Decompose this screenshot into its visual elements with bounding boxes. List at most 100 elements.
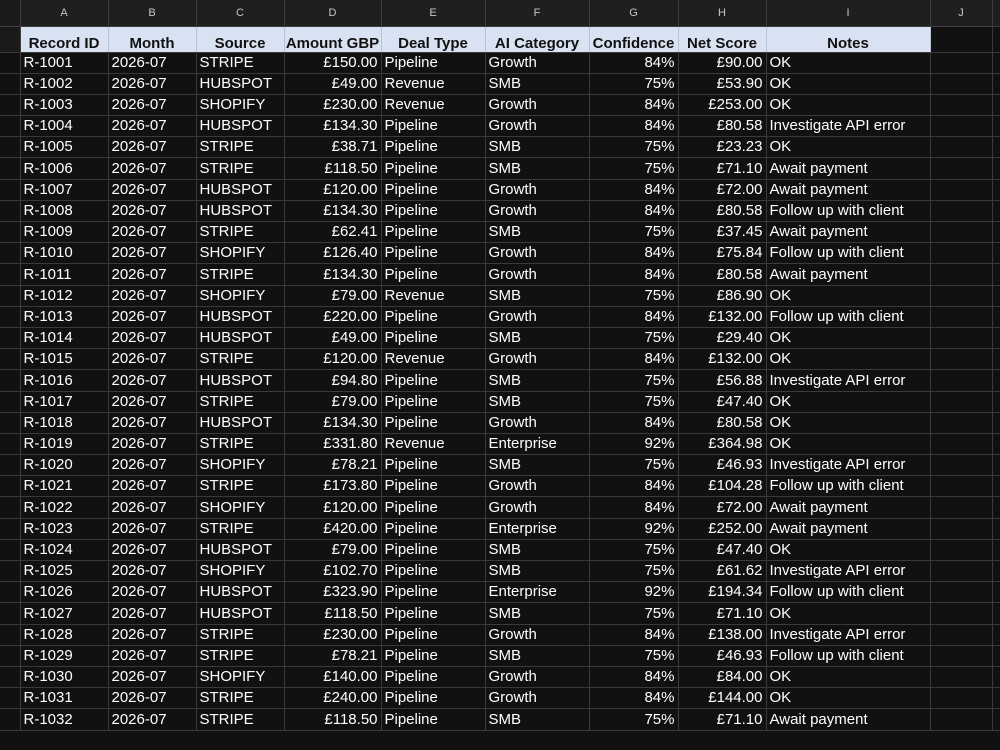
cell-confidence[interactable]: 84% [589,412,679,434]
cell-source[interactable]: STRIPE [196,687,285,710]
cell-ai-category[interactable]: Enterprise [485,581,590,604]
cell-ai-category[interactable]: Growth [485,52,590,74]
cell-confidence[interactable]: 84% [589,179,679,201]
empty-cell[interactable] [992,496,1000,519]
cell-amount-gbp[interactable]: £120.00 [284,496,382,519]
cell-ai-category[interactable]: Growth [485,115,590,138]
empty-cell[interactable] [930,179,993,201]
row-number[interactable] [0,52,21,74]
cell-confidence[interactable]: 84% [589,200,679,223]
row-number[interactable] [0,412,21,434]
cell-amount-gbp[interactable]: £79.00 [284,285,382,307]
cell-confidence[interactable]: 75% [589,645,679,667]
cell-confidence[interactable]: 84% [589,94,679,117]
cell-source[interactable]: HUBSPOT [196,581,285,604]
cell-record-id[interactable]: R-1015 [20,348,109,371]
cell-record-id[interactable]: R-1026 [20,581,109,604]
cell-notes[interactable]: OK [766,539,931,562]
cell-source[interactable]: SHOPIFY [196,560,285,583]
cell-month[interactable]: 2026-07 [108,391,197,413]
cell-deal-type[interactable]: Pipeline [381,52,486,74]
cell-month[interactable]: 2026-07 [108,52,197,74]
cell-amount-gbp[interactable]: £240.00 [284,687,382,710]
cell-ai-category[interactable]: Enterprise [485,518,590,540]
row-number[interactable] [0,348,21,371]
cell-month[interactable]: 2026-07 [108,518,197,540]
cell-ai-category[interactable]: SMB [485,645,590,667]
cell-net-score[interactable]: £253.00 [678,94,767,117]
cell-confidence[interactable]: 75% [589,391,679,413]
header-cell-confidence[interactable]: Confidence [589,26,679,53]
cell-source[interactable]: STRIPE [196,433,285,456]
cell-net-score[interactable]: £46.93 [678,454,767,477]
cell-net-score[interactable]: £364.98 [678,433,767,456]
cell-ai-category[interactable]: Growth [485,179,590,201]
row-number[interactable] [0,136,21,159]
cell-notes[interactable]: OK [766,73,931,95]
empty-cell[interactable] [992,242,1000,265]
cell-confidence[interactable]: 75% [589,221,679,244]
cell-notes[interactable]: Await payment [766,263,931,286]
cell-net-score[interactable]: £53.90 [678,73,767,95]
cell-record-id[interactable]: R-1009 [20,221,109,244]
cell-deal-type[interactable]: Pipeline [381,666,486,689]
row-number[interactable] [0,602,21,625]
empty-cell[interactable] [992,454,1000,477]
cell-record-id[interactable]: R-1011 [20,263,109,286]
cell-source[interactable]: SHOPIFY [196,666,285,689]
empty-cell[interactable] [992,666,1000,689]
row-number[interactable] [0,518,21,540]
row-number[interactable] [0,475,21,498]
empty-cell[interactable] [992,115,1000,138]
empty-cell[interactable] [930,73,993,95]
cell-net-score[interactable]: £47.40 [678,391,767,413]
cell-notes[interactable]: Await payment [766,179,931,201]
cell-deal-type[interactable]: Pipeline [381,115,486,138]
cell-confidence[interactable]: 75% [589,602,679,625]
empty-cell[interactable] [930,221,993,244]
cell-confidence[interactable]: 92% [589,581,679,604]
cell-deal-type[interactable]: Revenue [381,348,486,371]
row-number[interactable] [0,327,21,350]
row-number[interactable] [0,391,21,413]
cell-amount-gbp[interactable]: £38.71 [284,136,382,159]
cell-deal-type[interactable]: Pipeline [381,454,486,477]
cell-confidence[interactable]: 75% [589,708,679,731]
cell-notes[interactable]: OK [766,687,931,710]
cell-net-score[interactable]: £80.58 [678,200,767,223]
cell-source[interactable]: SHOPIFY [196,242,285,265]
cell-month[interactable]: 2026-07 [108,581,197,604]
row-number[interactable] [0,306,21,328]
empty-cell[interactable] [930,496,993,519]
row-number[interactable] [0,687,21,710]
cell-confidence[interactable]: 75% [589,454,679,477]
cell-amount-gbp[interactable]: £118.50 [284,708,382,731]
cell-month[interactable]: 2026-07 [108,242,197,265]
cell-deal-type[interactable]: Pipeline [381,624,486,646]
cell-record-id[interactable]: R-1013 [20,306,109,328]
cell-month[interactable]: 2026-07 [108,496,197,519]
cell-record-id[interactable]: R-1008 [20,200,109,223]
cell-ai-category[interactable]: Growth [485,475,590,498]
cell-confidence[interactable]: 75% [589,369,679,392]
column-header-c[interactable]: C [196,0,285,27]
cell-notes[interactable]: OK [766,136,931,159]
cell-deal-type[interactable]: Pipeline [381,560,486,583]
cell-confidence[interactable]: 75% [589,560,679,583]
cell-source[interactable]: SHOPIFY [196,285,285,307]
cell-net-score[interactable]: £90.00 [678,52,767,74]
row-number[interactable] [0,285,21,307]
empty-cell[interactable] [992,369,1000,392]
cell-confidence[interactable]: 75% [589,285,679,307]
cell-ai-category[interactable]: SMB [485,73,590,95]
empty-cell[interactable] [930,518,993,540]
empty-cell[interactable] [992,285,1000,307]
cell-notes[interactable]: Investigate API error [766,454,931,477]
cell-notes[interactable]: OK [766,327,931,350]
column-header-a[interactable]: A [20,0,109,27]
cell-deal-type[interactable]: Pipeline [381,136,486,159]
cell-notes[interactable]: Follow up with client [766,306,931,328]
cell-deal-type[interactable]: Pipeline [381,581,486,604]
header-cell-net-score[interactable]: Net Score [678,26,767,53]
cell-month[interactable]: 2026-07 [108,306,197,328]
